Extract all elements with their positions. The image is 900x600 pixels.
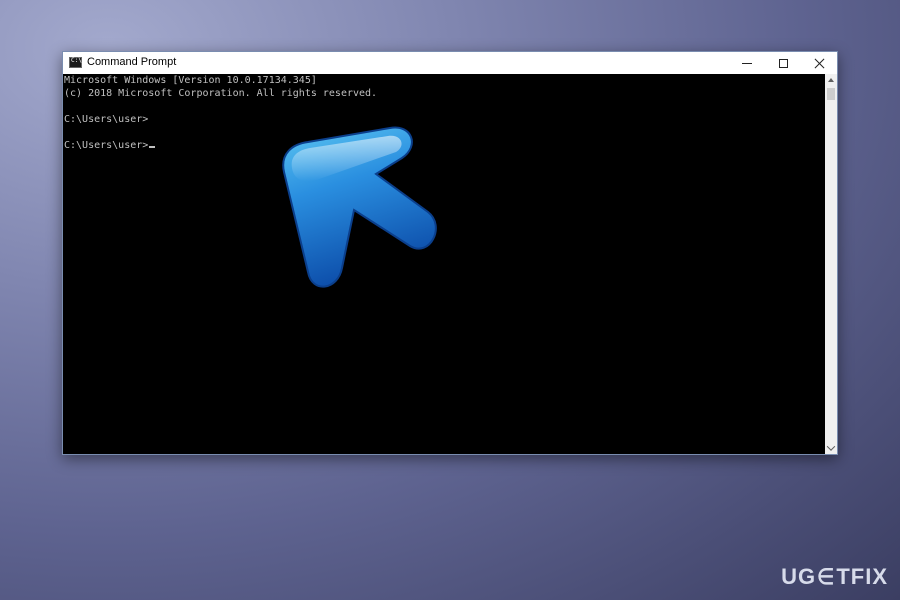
window-title: Command Prompt [87,56,177,68]
console-line-active-prompt[interactable]: C:\Users\user> [64,140,156,152]
command-prompt-icon [69,57,82,68]
maximize-icon [778,58,788,68]
close-button[interactable] [801,52,837,74]
text-cursor [149,146,156,148]
console-line-version: Microsoft Windows [Version 10.0.17134.34… [64,75,317,86]
scroll-down-button[interactable] [825,442,837,454]
maximize-button[interactable] [765,52,801,74]
scroll-thumb[interactable] [827,88,835,100]
title-bar[interactable]: Command Prompt [63,52,837,74]
minimize-button[interactable] [729,52,765,74]
scroll-up-button[interactable] [825,74,837,86]
chevron-down-icon [826,442,836,451]
active-prompt-text: C:\Users\user> [64,140,149,151]
minimize-icon [742,62,752,64]
vertical-scrollbar[interactable] [825,74,837,454]
blue-arrow-pointer-icon [282,126,437,288]
console-line-copyright: (c) 2018 Microsoft Corporation. All righ… [64,88,378,99]
close-icon [814,58,825,69]
chevron-up-icon [828,78,834,82]
ugetfix-logo: UG∈TFIX [781,564,888,589]
console-line-prompt: C:\Users\user> [64,114,149,125]
